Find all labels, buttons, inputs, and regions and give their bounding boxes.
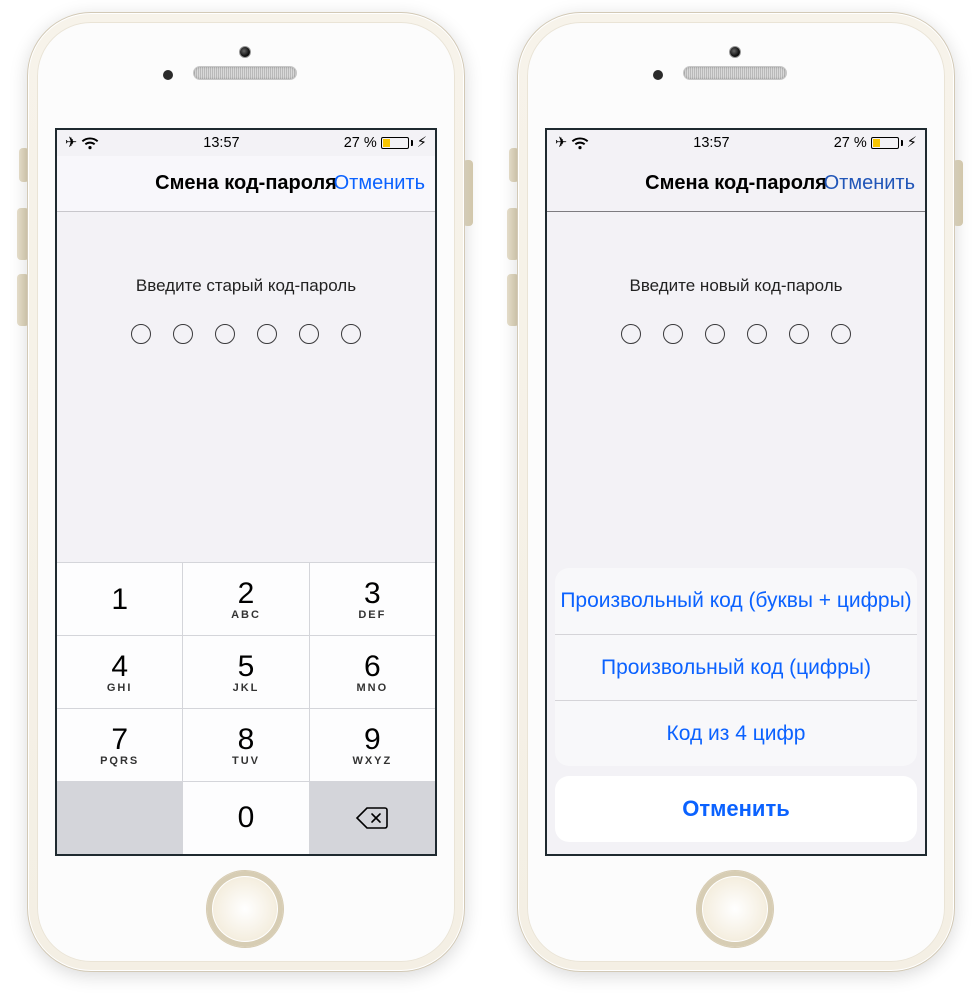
home-button[interactable] [206,870,284,948]
keypad-2[interactable]: 2ABC [183,563,308,635]
proximity-sensor [163,70,173,80]
navbar: Смена код-пароля Отменить [57,156,435,212]
home-button[interactable] [696,870,774,948]
screen-change-passcode-old: ✈︎ 13:57 27 % ⚡︎ Смена код-пароля Отмени… [55,128,437,856]
passcode-dot [215,324,235,344]
phone-left: ✈︎ 13:57 27 % ⚡︎ Смена код-пароля Отмени… [15,12,475,972]
keypad-9[interactable]: 9WXYZ [310,709,435,781]
keypad-0[interactable]: 0 [183,782,308,854]
keypad-blank [57,782,182,854]
passcode-dot [341,324,361,344]
charging-icon: ⚡︎ [417,135,427,151]
passcode-dot [257,324,277,344]
option-four-digit[interactable]: Код из 4 цифр [555,700,917,766]
airplane-icon: ✈︎ [65,135,77,151]
ear-speaker [683,66,787,80]
screen-change-passcode-new: ✈︎ 13:57 27 % ⚡︎ Смена код-пароля Отмени… [545,128,927,856]
option-alphanumeric[interactable]: Произвольный код (буквы + цифры) [555,568,917,634]
keypad-backspace[interactable] [310,782,435,854]
nav-title: Смена код-пароля [155,172,337,195]
keypad-6[interactable]: 6MNO [310,636,435,708]
passcode-prompt: Введите старый код-пароль [57,212,435,562]
number-keypad: 1 2ABC 3DEF 4GHI 5JKL 6MNO 7PQRS 8TUV 9W… [57,562,435,854]
keypad-8[interactable]: 8TUV [183,709,308,781]
keypad-7[interactable]: 7PQRS [57,709,182,781]
nav-cancel-button[interactable]: Отменить [334,172,425,195]
wifi-icon [81,137,99,150]
passcode-dot [131,324,151,344]
passcode-dot [173,324,193,344]
front-camera [729,46,741,58]
passcode-dots [131,324,361,344]
status-time: 13:57 [203,135,239,151]
action-sheet-options: Произвольный код (буквы + цифры) Произво… [555,568,917,766]
passcode-dot [299,324,319,344]
battery-percent: 27 % [344,135,377,151]
backspace-icon [355,806,389,830]
keypad-1[interactable]: 1 [57,563,182,635]
keypad-5[interactable]: 5JKL [183,636,308,708]
keypad-4[interactable]: 4GHI [57,636,182,708]
phone-right: ✈︎ 13:57 27 % ⚡︎ Смена код-пароля Отмени… [505,12,965,972]
proximity-sensor [653,70,663,80]
battery-icon [381,137,413,149]
keypad-3[interactable]: 3DEF [310,563,435,635]
front-camera [239,46,251,58]
status-bar: ✈︎ 13:57 27 % ⚡︎ [57,130,435,156]
action-sheet-cancel[interactable]: Отменить [555,776,917,842]
ear-speaker [193,66,297,80]
prompt-text: Введите старый код-пароль [136,276,356,296]
action-sheet: Произвольный код (буквы + цифры) Произво… [547,130,925,854]
option-numeric-arbitrary[interactable]: Произвольный код (цифры) [555,634,917,700]
